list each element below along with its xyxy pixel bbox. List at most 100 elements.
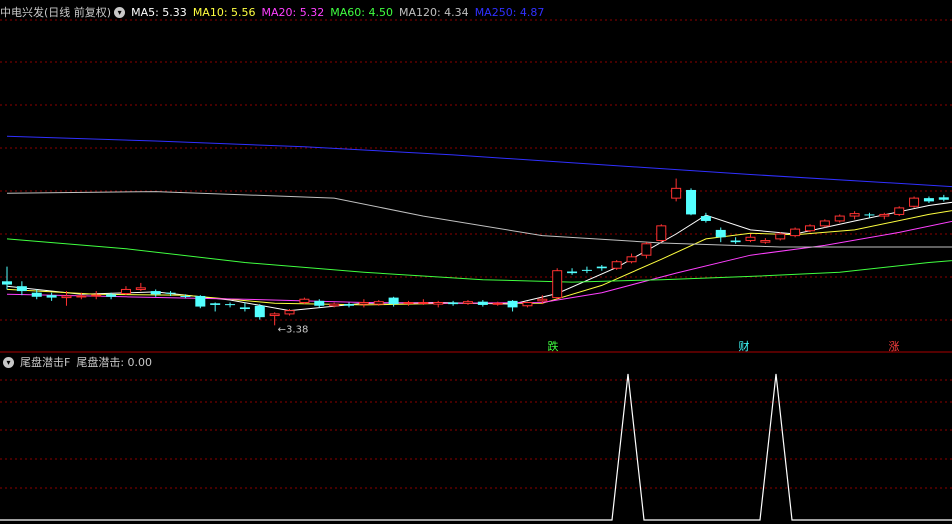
candle	[462, 300, 473, 305]
candle	[834, 214, 845, 223]
candle	[581, 266, 592, 274]
candle-body	[686, 189, 697, 215]
stock-name: 中电兴发	[0, 6, 44, 19]
candle-body	[700, 216, 711, 221]
candle-body	[358, 301, 369, 305]
candle-body	[641, 243, 652, 256]
candle	[225, 302, 236, 308]
candle	[492, 301, 503, 306]
candle-body	[790, 228, 801, 237]
candle-body	[225, 304, 236, 306]
candle-body	[239, 307, 250, 310]
candle-body	[61, 295, 72, 299]
candle	[894, 206, 905, 217]
candle	[700, 212, 711, 223]
ma-line-ma5	[6, 201, 952, 312]
event-label: 涨	[889, 340, 900, 353]
candle	[210, 302, 221, 312]
candle	[477, 300, 488, 307]
dropdown-menu-icon[interactable]: ▾	[114, 6, 126, 18]
candle	[522, 301, 533, 308]
candle	[91, 291, 102, 300]
candle	[299, 297, 310, 305]
candle-body	[923, 198, 934, 202]
candle-body	[388, 297, 399, 305]
candle	[671, 178, 682, 202]
candle-body	[671, 187, 682, 199]
candle	[46, 292, 57, 301]
candle-body	[626, 256, 637, 263]
candle-body	[195, 295, 206, 307]
indicator-name: 尾盘潜击F	[20, 356, 71, 369]
candle	[656, 224, 667, 243]
candle-body	[314, 300, 325, 306]
candle-body	[46, 295, 57, 298]
candle-body	[299, 298, 310, 303]
candle	[552, 268, 563, 300]
candle-body	[611, 261, 622, 269]
candle-body	[462, 301, 473, 304]
candle-body	[180, 295, 191, 297]
candle	[849, 211, 860, 220]
candle-body	[567, 271, 578, 274]
candle	[938, 194, 949, 202]
main-panel-header: 中电兴发 (日线 前复权) ▾ MA5: 5.33 MA10: 5.56 MA2…	[0, 3, 550, 21]
candle	[2, 266, 12, 290]
candle	[254, 304, 265, 320]
candle-body	[329, 303, 340, 307]
candle	[239, 302, 250, 312]
candle-body	[16, 286, 27, 292]
candle	[388, 296, 399, 307]
candle-body	[2, 281, 12, 285]
ma-legend-ma5: MA5: 5.33	[131, 5, 187, 19]
candle-body	[120, 288, 131, 295]
candle	[819, 219, 830, 228]
ma-legend-ma60: MA60: 4.50	[330, 5, 393, 19]
candle	[730, 237, 741, 244]
candle-body	[254, 305, 265, 318]
candle	[403, 300, 414, 306]
candle-body	[403, 301, 414, 304]
low-marker: ←3.38	[278, 324, 309, 335]
candle-body	[165, 292, 176, 294]
ma-legend-ma20: MA20: 5.32	[261, 5, 325, 19]
indicator-line	[0, 373, 952, 521]
ma-line-ma250	[6, 135, 952, 188]
candle	[715, 227, 726, 243]
ma-line-ma20	[6, 220, 952, 304]
candle	[507, 300, 518, 312]
candle-body	[730, 240, 741, 243]
candle-body	[804, 225, 815, 232]
indicator-menu-icon[interactable]: ▾	[3, 356, 14, 368]
candle-body	[76, 295, 87, 298]
candle-body	[448, 302, 459, 305]
candle-body	[91, 294, 102, 297]
candle-body	[284, 310, 295, 315]
candle-body	[31, 292, 42, 297]
candle	[448, 300, 459, 306]
candle	[686, 188, 697, 216]
event-label: 跌	[548, 339, 559, 353]
candle	[16, 281, 27, 296]
indicator-panel-header: ▾ 尾盘潜击F 尾盘潜击: 0.00	[0, 353, 158, 371]
candle	[120, 286, 131, 296]
candle	[611, 260, 622, 270]
candle	[760, 238, 771, 244]
candle-body	[373, 301, 384, 305]
candle-body	[775, 233, 786, 240]
candle	[923, 196, 934, 204]
candle-body	[938, 197, 949, 200]
candle-body	[150, 291, 161, 295]
candle	[641, 242, 652, 259]
candle	[150, 289, 161, 297]
candle-body	[834, 215, 845, 222]
candle-body	[849, 213, 860, 217]
candle	[314, 299, 325, 308]
candle	[596, 264, 607, 271]
kline-chart[interactable]: ←6.96←3.38跌财涨	[0, 0, 952, 524]
candle-body	[522, 301, 533, 307]
candle-body	[492, 302, 503, 305]
candle-body	[909, 197, 920, 207]
candle	[433, 300, 444, 308]
candle-body	[269, 313, 280, 317]
